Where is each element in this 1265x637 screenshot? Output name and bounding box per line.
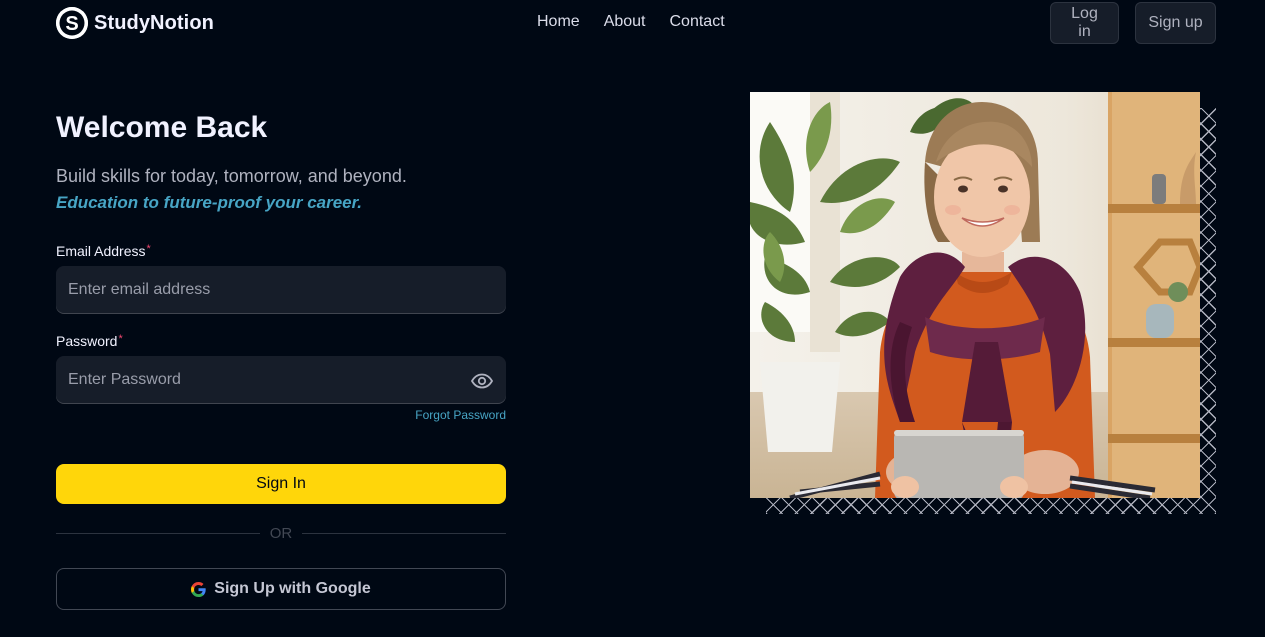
google-signup-button[interactable]: Sign Up with Google (56, 568, 506, 610)
nav-link-about[interactable]: About (604, 13, 646, 31)
password-label-text: Password (56, 333, 118, 349)
brand-name: StudyNotion (94, 11, 214, 34)
svg-text:S: S (65, 13, 78, 35)
or-divider: OR (56, 523, 506, 543)
password-input[interactable] (56, 356, 506, 404)
signup-button[interactable]: Sign up (1135, 2, 1216, 44)
google-icon (191, 581, 206, 597)
page-description: Build skills for today, tomorrow, and be… (56, 166, 407, 186)
password-label: Password* (56, 333, 123, 349)
sign-in-button[interactable]: Sign In (56, 464, 506, 504)
brand-logo[interactable]: S StudyNotion (56, 6, 214, 40)
nav-links: Home About Contact (537, 13, 725, 31)
required-mark: * (118, 333, 123, 345)
forgot-password-link[interactable]: Forgot Password (406, 408, 506, 422)
page-highlight: Education to future-proof your career. (56, 193, 363, 212)
required-mark: * (146, 243, 151, 255)
divider-line (302, 532, 506, 534)
studynotion-logo-icon: S (56, 7, 88, 39)
google-signup-label: Sign Up with Google (214, 580, 371, 597)
divider-line (56, 532, 260, 534)
eye-icon[interactable] (470, 369, 494, 393)
login-button[interactable]: Log in (1050, 2, 1119, 44)
email-label-text: Email Address (56, 243, 146, 259)
login-hero-image (750, 92, 1200, 498)
navbar: S StudyNotion Home About Contact Log in … (0, 0, 1265, 46)
divider-text: OR (269, 524, 293, 542)
nav-link-home[interactable]: Home (537, 13, 580, 31)
email-input[interactable] (56, 266, 506, 314)
nav-link-contact[interactable]: Contact (670, 13, 725, 31)
page-title: Welcome Back (56, 111, 268, 144)
email-label: Email Address* (56, 243, 151, 259)
